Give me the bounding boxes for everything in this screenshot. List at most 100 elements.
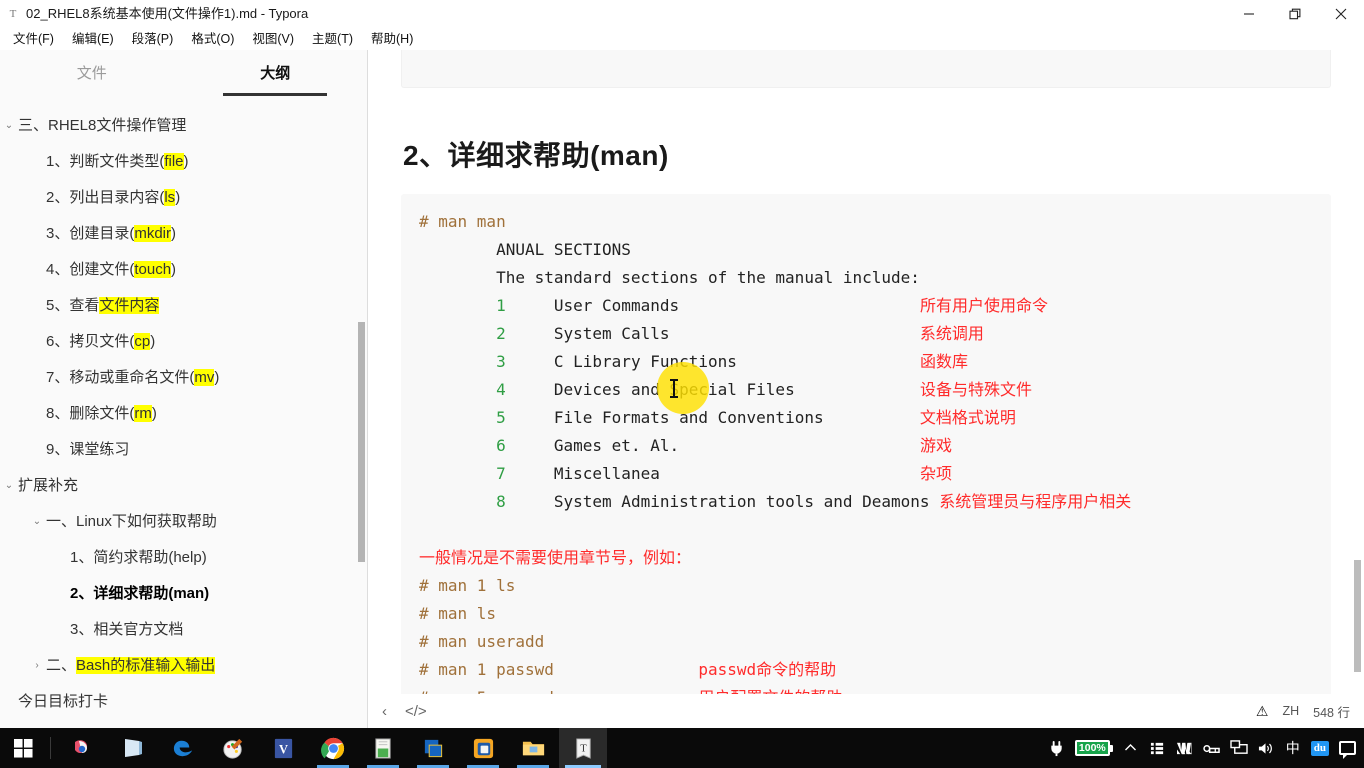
network-monitor-icon[interactable] xyxy=(1230,728,1248,768)
tray-list-icon[interactable] xyxy=(1149,728,1167,768)
volume-icon[interactable] xyxy=(1257,728,1275,768)
outline-item-5[interactable]: 5、查看文件内容 xyxy=(0,288,367,324)
outline-highlight: rm xyxy=(134,405,152,422)
outline-item-label: 4、创建文件(touch) xyxy=(46,261,177,278)
outline-item-label: 7、移动或重命名文件(mv) xyxy=(46,369,220,386)
chevron-up-icon[interactable] xyxy=(1122,728,1140,768)
menu-edit[interactable]: 编辑(E) xyxy=(63,28,123,50)
chevron-down-icon[interactable]: ⌄ xyxy=(28,504,46,540)
outline-item-11[interactable]: ⌄ 一、Linux下如何获取帮助 xyxy=(0,504,367,540)
taskbar-vmware-icon[interactable] xyxy=(459,728,507,768)
outline-item-label: 3、相关官方文档 xyxy=(70,621,184,638)
outline-item-12[interactable]: 1、简约求帮助(help) xyxy=(0,540,367,576)
outline-item-10[interactable]: ⌄ 扩展补充 xyxy=(0,468,367,504)
chevron-down-icon[interactable]: ⌄ xyxy=(0,108,18,144)
outline-item-label: 3、创建目录(mkdir) xyxy=(46,225,177,242)
menu-file[interactable]: 文件(F) xyxy=(4,28,63,50)
battery-indicator[interactable]: 100% xyxy=(1074,728,1113,768)
restore-button[interactable] xyxy=(1272,0,1318,28)
taskbar-visio-icon[interactable]: V xyxy=(259,728,307,768)
menu-paragraph[interactable]: 段落(P) xyxy=(123,28,183,50)
language-indicator[interactable]: ZH xyxy=(1282,704,1299,718)
chevron-right-icon[interactable]: › xyxy=(28,648,46,684)
network-key-icon[interactable] xyxy=(1203,728,1221,768)
outline-item-15[interactable]: › 二、Bash的标准输入输出 xyxy=(0,648,367,684)
section-annotation: 游戏 xyxy=(919,436,952,455)
taskbar-separator xyxy=(50,737,51,759)
section-annotation: 系统管理员与程序用户相关 xyxy=(939,492,1132,511)
section-number: 7 xyxy=(496,464,506,483)
svg-text:V: V xyxy=(279,742,288,756)
document-scrollbar[interactable] xyxy=(1354,560,1361,672)
outline-item-4[interactable]: 4、创建文件(touch) xyxy=(0,252,367,288)
outline-highlight: mv xyxy=(194,369,215,386)
outline-highlight: file xyxy=(164,153,184,170)
outline-list: ⌄ 三、RHEL8文件操作管理 1、判断文件类型(file) 2、列出目录内容(ls)… xyxy=(0,92,367,720)
page-title: 2、详细求帮助(man) xyxy=(403,140,669,171)
line-count[interactable]: 548 行 xyxy=(1313,702,1350,721)
taskbar-onenote-icon[interactable] xyxy=(109,728,157,768)
code-plain-line: ANUAL SECTIONS xyxy=(419,240,631,259)
taskbar-chrome-icon[interactable] xyxy=(309,728,357,768)
window-controls xyxy=(1226,0,1364,28)
chevron-down-icon[interactable]: ⌄ xyxy=(0,468,18,504)
menu-format[interactable]: 格式(O) xyxy=(182,28,243,50)
power-plug-icon[interactable] xyxy=(1048,728,1066,768)
section-annotation: 系统调用 xyxy=(919,324,984,343)
outline-item-label: 二、Bash的标准输入输出 xyxy=(46,657,216,674)
outline-item-2[interactable]: 2、列出目录内容(ls) xyxy=(0,180,367,216)
section-number: 2 xyxy=(496,324,506,343)
code-comment-line: # man man xyxy=(419,212,506,231)
title-bar: T 02_RHEL8系统基本使用(文件操作1).md - Typora xyxy=(0,0,1364,28)
outline-item-13[interactable]: 2、详细求帮助(man) xyxy=(0,576,367,612)
outline-item-6[interactable]: 6、拷贝文件(cp) xyxy=(0,324,367,360)
system-tray: 100% 中 du xyxy=(1048,728,1364,768)
document-body: 2、详细求帮助(man) # man man ANUAL SECTIONS Th… xyxy=(401,50,1331,694)
back-icon[interactable]: ‹ xyxy=(382,704,387,719)
outline-item-16[interactable]: 今日目标打卡 xyxy=(0,684,367,720)
editor-scroll-area[interactable]: 2、详细求帮助(man) # man man ANUAL SECTIONS Th… xyxy=(368,50,1364,694)
code-plain-line: The standard sections of the manual incl… xyxy=(419,268,920,287)
outline-item-7[interactable]: 7、移动或重命名文件(mv) xyxy=(0,360,367,396)
start-button[interactable] xyxy=(0,728,46,768)
ime-language-icon[interactable]: 中 xyxy=(1284,728,1302,768)
taskbar-edge-icon[interactable] xyxy=(159,728,207,768)
section-description: C Library Functions xyxy=(553,352,737,371)
battery-percent: 100% xyxy=(1074,740,1110,756)
warning-icon[interactable]: ⚠ xyxy=(1256,703,1269,720)
outline-item-3[interactable]: 3、创建目录(mkdir) xyxy=(0,216,367,252)
tab-outline[interactable]: 大纲 xyxy=(184,58,368,92)
outline-item-1[interactable]: 1、判断文件类型(file) xyxy=(0,144,367,180)
battery-tip xyxy=(1109,744,1113,752)
taskbar-paint-icon[interactable] xyxy=(209,728,257,768)
example-command: # man useradd xyxy=(419,632,545,651)
taskbar-notepad-icon[interactable] xyxy=(359,728,407,768)
outline-item-label: 5、查看文件内容 xyxy=(46,297,160,314)
outline-item-0[interactable]: ⌄ 三、RHEL8文件操作管理 xyxy=(0,108,367,144)
taskbar-explorer-icon[interactable] xyxy=(509,728,557,768)
section-annotation: 所有用户使用命令 xyxy=(919,296,1048,315)
tab-files[interactable]: 文件 xyxy=(0,58,184,92)
outline-highlight: 文件内容 xyxy=(99,297,160,314)
outline-item-14[interactable]: 3、相关官方文档 xyxy=(0,612,367,648)
taskbar-wps-icon[interactable] xyxy=(59,728,107,768)
taskbar-xshell-icon[interactable] xyxy=(409,728,457,768)
baidu-ime-icon[interactable]: du xyxy=(1310,728,1329,768)
close-button[interactable] xyxy=(1318,0,1364,28)
previous-code-block-fragment xyxy=(401,50,1331,88)
minimize-button[interactable] xyxy=(1226,0,1272,28)
section-number: 4 xyxy=(496,380,506,399)
menu-theme[interactable]: 主题(T) xyxy=(303,28,362,50)
code-block[interactable]: # man man ANUAL SECTIONS The standard se… xyxy=(401,194,1331,694)
outline-item-8[interactable]: 8、删除文件(rm) xyxy=(0,396,367,432)
menu-view[interactable]: 视图(V) xyxy=(243,28,303,50)
taskbar-typora-icon[interactable]: T xyxy=(559,728,607,768)
section-number: 8 xyxy=(496,492,506,511)
sidebar-scrollbar[interactable] xyxy=(358,322,365,562)
menu-help[interactable]: 帮助(H) xyxy=(362,28,422,50)
sidebar-tabs: 文件 大纲 xyxy=(0,50,367,92)
source-code-icon[interactable]: </> xyxy=(405,704,427,719)
vmware-tray-icon[interactable] xyxy=(1176,728,1194,768)
action-center-icon[interactable] xyxy=(1338,728,1356,768)
outline-item-9[interactable]: 9、课堂练习 xyxy=(0,432,367,468)
